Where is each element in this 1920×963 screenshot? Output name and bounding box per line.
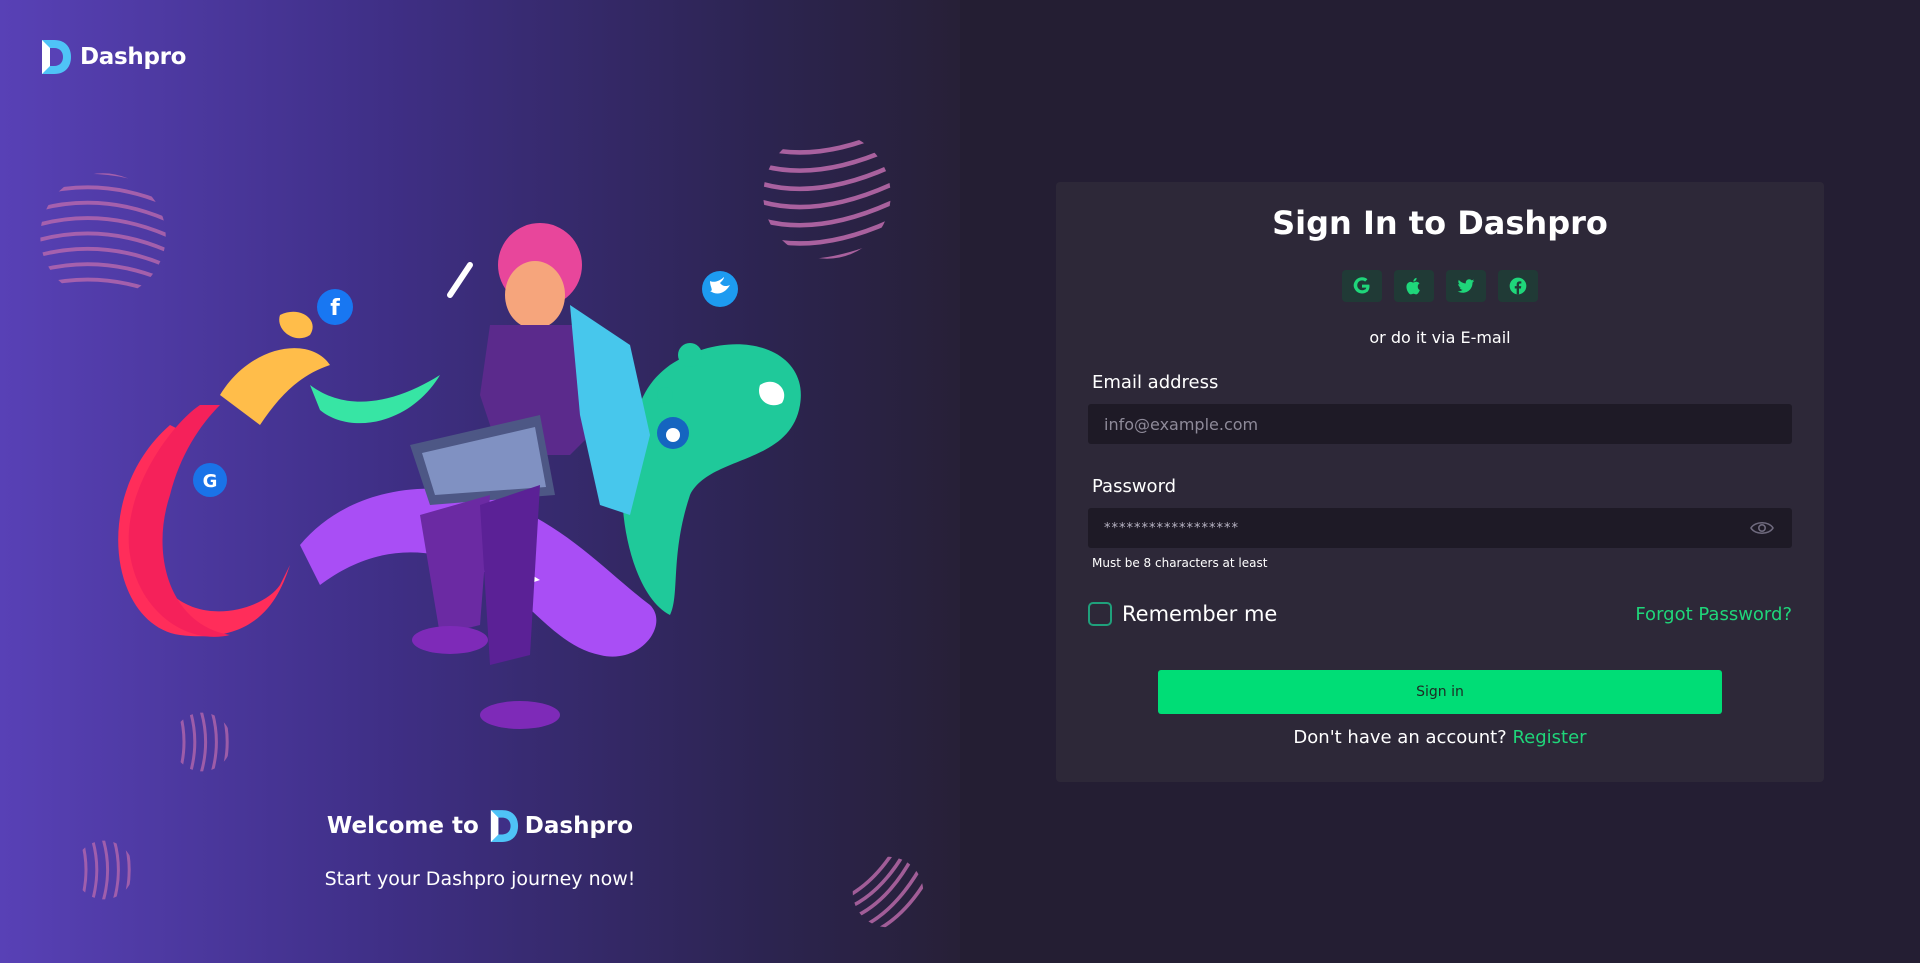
welcome-heading: Welcome to Dashpro xyxy=(0,808,960,844)
facebook-login-button[interactable] xyxy=(1498,270,1538,302)
remember-me-toggle[interactable]: Remember me xyxy=(1088,602,1277,626)
apple-icon xyxy=(1406,277,1420,295)
google-login-button[interactable] xyxy=(1342,270,1382,302)
left-panel: Dashpro f G Welcome to Dashpro Start you… xyxy=(0,0,960,963)
twitter-icon xyxy=(1457,279,1475,293)
svg-text:G: G xyxy=(203,471,218,492)
password-label: Password xyxy=(1092,476,1177,497)
welcome-brand-name: Dashpro xyxy=(524,813,634,839)
remember-me-label: Remember me xyxy=(1122,602,1278,626)
brand-name: Dashpro xyxy=(80,44,187,70)
dashpro-logo-icon xyxy=(42,40,71,74)
email-field[interactable]: info@example.com xyxy=(1088,404,1792,444)
password-value: ****************** xyxy=(1104,520,1239,536)
eye-icon[interactable] xyxy=(1750,518,1774,538)
apple-login-button[interactable] xyxy=(1394,270,1434,302)
tagline: Start your Dashpro journey now! xyxy=(324,868,636,890)
password-field[interactable]: ****************** xyxy=(1088,508,1792,548)
striped-sphere-decoration xyxy=(852,856,924,928)
remember-me-checkbox[interactable] xyxy=(1088,602,1112,626)
register-prompt-text: Don't have an account? xyxy=(1293,727,1507,748)
hero-illustration: f G xyxy=(118,223,801,729)
dashpro-logo-icon xyxy=(490,810,518,842)
sign-in-button[interactable]: Sign in xyxy=(1158,670,1722,714)
email-divider-text: or do it via E-mail xyxy=(1369,328,1511,347)
signin-title: Sign In to Dashpro xyxy=(1272,204,1608,242)
register-link[interactable]: Register xyxy=(1512,727,1586,748)
brand-header[interactable]: Dashpro xyxy=(40,38,186,76)
welcome-prefix: Welcome to xyxy=(326,813,479,839)
forgot-password-link[interactable]: Forgot Password? xyxy=(1635,604,1792,625)
signin-card: Sign In to Dashpro or do it via E-mail E… xyxy=(1056,182,1824,782)
facebook-icon xyxy=(1509,277,1527,295)
email-label: Email address xyxy=(1092,372,1219,393)
register-prompt: Don't have an account? Register xyxy=(1056,727,1824,748)
google-icon xyxy=(1353,277,1370,294)
email-placeholder: info@example.com xyxy=(1104,414,1259,434)
password-hint: Must be 8 characters at least xyxy=(1092,556,1268,570)
svg-text:f: f xyxy=(330,296,340,321)
welcome-brand: Dashpro xyxy=(489,808,633,844)
social-login-row xyxy=(1056,270,1824,302)
twitter-login-button[interactable] xyxy=(1446,270,1486,302)
